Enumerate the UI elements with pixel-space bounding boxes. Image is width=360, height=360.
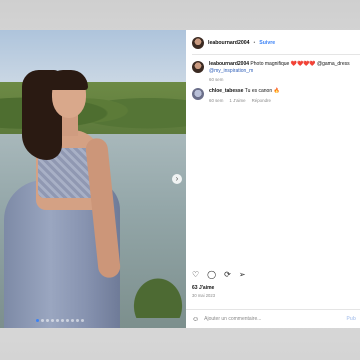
emoji-icon[interactable]: ☺ [192,316,199,323]
header-divider [192,54,360,55]
caption-body: Photo magnifique ❤️❤️❤️❤️ @gama_dress [250,61,350,67]
carousel-dot[interactable] [36,319,39,322]
carousel-dot[interactable] [71,319,74,322]
carousel-dot[interactable] [81,319,84,322]
author-username[interactable]: leabournard2004 [208,40,250,46]
post-sidebar: leabournard2004 • Suivre leabournard2004… [186,30,360,328]
avatar[interactable] [192,37,204,49]
comment-reply-button[interactable]: Répondre [252,98,271,103]
carousel-dot[interactable] [61,319,64,322]
comment-author[interactable]: chloe_tabesse [209,88,243,94]
caption-meta: 60 sem [209,77,350,82]
publish-button[interactable]: Pub [347,316,360,322]
chevron-right-icon[interactable]: › [172,174,182,184]
carousel-dots [36,319,84,322]
post-header: leabournard2004 • Suivre [192,32,360,54]
caption-text: leabournard2004 Photo magnifique ❤️❤️❤️❤… [209,61,350,74]
carousel-dot[interactable] [56,319,59,322]
carousel-dot[interactable] [46,319,49,322]
comment-text: chloe_tabesse Tu es canon 🔥 [209,88,280,95]
repost-icon[interactable]: ⟳ [224,271,231,279]
comment-icon[interactable]: ◯ [207,271,216,279]
add-comment-bar: ☺ Ajouter un commentaire... Pub [186,309,360,328]
comment-time: 60 sem [209,97,224,103]
heart-icon[interactable]: ♡ [192,271,199,279]
comment-body: Tu es canon 🔥 [244,88,280,94]
avatar[interactable] [192,88,204,100]
photo-hair-top [46,70,88,90]
comment-input[interactable]: Ajouter un commentaire... [204,316,341,322]
post-actions: ♡ ◯ ⟳ ➢ [192,271,246,279]
comment-item: chloe_tabesse Tu es canon 🔥 60 sem 1 J'a… [192,88,360,103]
separator-dot: • [253,40,256,46]
avatar[interactable] [192,61,204,73]
send-icon[interactable]: ➢ [239,271,246,279]
caption-time: 60 sem [209,77,224,82]
photo-grass [116,258,186,318]
carousel-dot[interactable] [51,319,54,322]
comment-likes[interactable]: 1 J'aime [229,98,245,103]
carousel-dot[interactable] [66,319,69,322]
carousel-dot[interactable] [41,319,44,322]
post-date: 30 mai 2023 [192,293,216,298]
likes-count[interactable]: 63 J'aime [192,285,214,291]
follow-button[interactable]: Suivre [259,40,275,46]
caption-author[interactable]: leabournard2004 [209,61,249,67]
caption-comment: leabournard2004 Photo magnifique ❤️❤️❤️❤… [192,61,360,82]
comment-meta: 60 sem 1 J'aime Répondre [209,98,280,103]
instagram-post: › leabournard2004 • Suivre leabournard20… [0,30,360,328]
post-photo: › [0,30,186,328]
caption-mention[interactable]: @my_inspiration_m [209,68,253,74]
carousel-dot[interactable] [76,319,79,322]
